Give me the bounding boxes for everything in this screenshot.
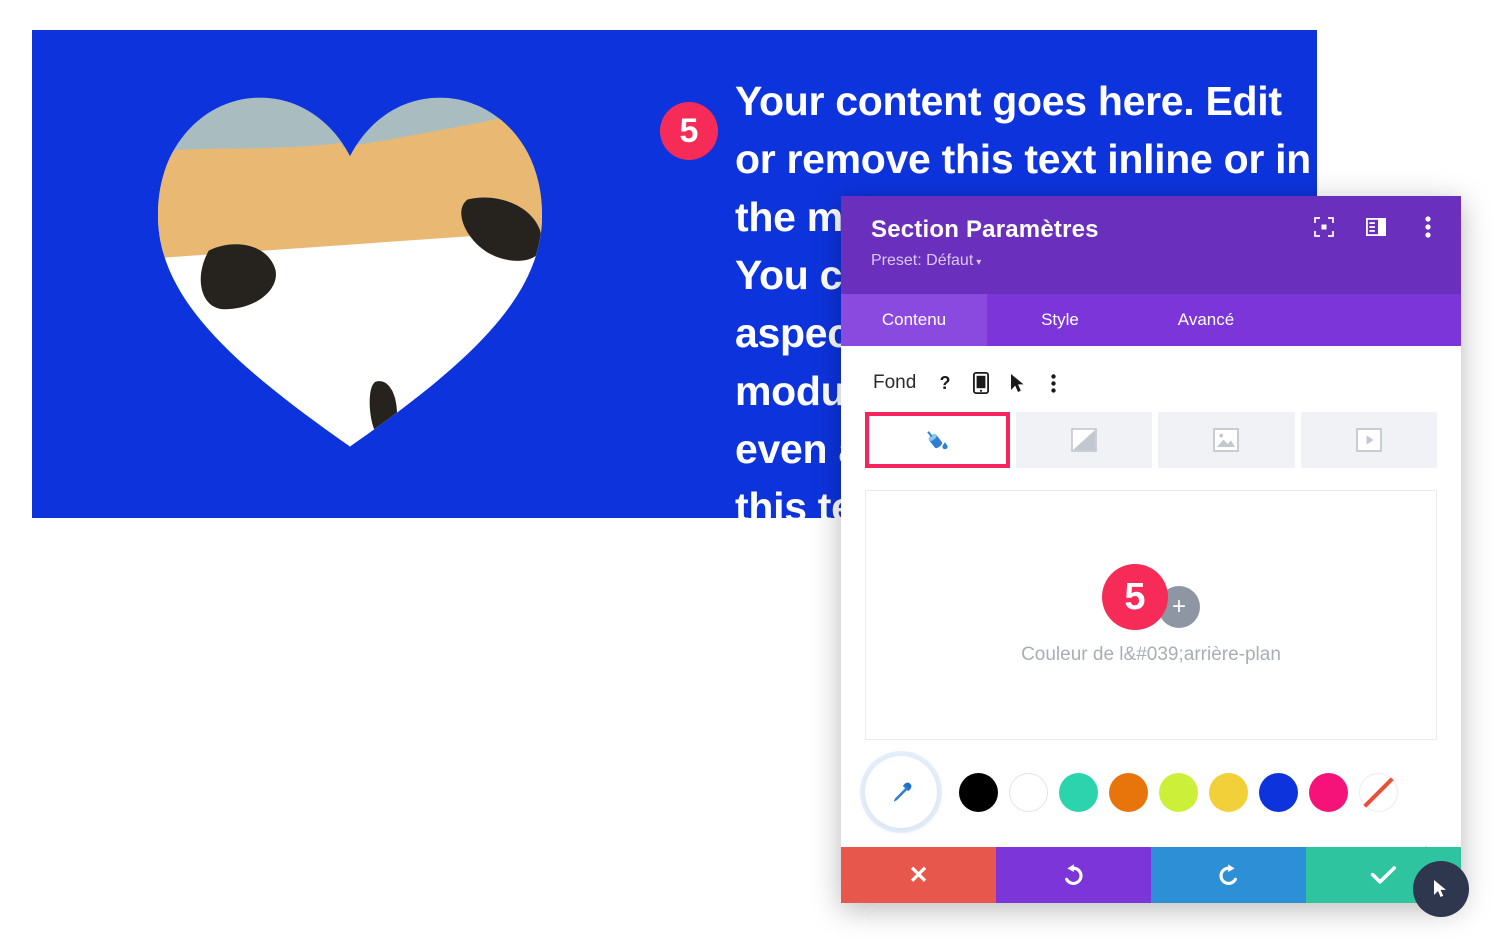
background-gradient-tab[interactable] <box>1015 412 1152 468</box>
layout-view-icon[interactable] <box>1365 216 1387 238</box>
help-icon[interactable]: ? <box>930 368 960 398</box>
background-type-tabs <box>865 412 1437 468</box>
background-field-label: Fond <box>873 372 917 393</box>
preset-label: Preset: Défaut <box>871 252 974 269</box>
banner-image-column <box>32 30 667 518</box>
preset-selector[interactable]: Preset: Défaut ▾ <box>871 252 1435 270</box>
swatch-white[interactable] <box>1009 772 1048 812</box>
swatch-orange[interactable] <box>1109 772 1148 812</box>
more-options-icon[interactable] <box>1038 368 1068 398</box>
background-color-caption: Couleur de l&#039;arrière-plan <box>1021 644 1281 665</box>
modal-action-bar: ✕ <box>841 847 1469 917</box>
check-icon <box>1370 866 1396 884</box>
tab-style[interactable]: Style <box>987 294 1133 346</box>
preview-badge-group: 5 + <box>1102 564 1200 630</box>
background-image-tab[interactable] <box>1158 412 1295 468</box>
chevron-down-icon: ▾ <box>976 257 982 268</box>
swatch-lime[interactable] <box>1159 772 1198 812</box>
undo-button[interactable] <box>996 847 1151 903</box>
step-badge-modal: 5 <box>1102 564 1168 630</box>
redo-button[interactable] <box>1151 847 1306 903</box>
swatch-teal[interactable] <box>1059 772 1098 812</box>
floating-action-button[interactable] <box>1413 861 1469 917</box>
background-color-tab[interactable] <box>865 412 1010 468</box>
swatch-yellow[interactable] <box>1209 772 1248 812</box>
cancel-button[interactable]: ✕ <box>841 847 996 903</box>
background-field-header: Fond ? <box>865 346 1437 412</box>
swatch-black[interactable] <box>959 772 998 812</box>
fullscreen-icon[interactable] <box>1313 216 1335 238</box>
redo-icon <box>1219 863 1237 885</box>
swatch-pink[interactable] <box>1309 772 1348 812</box>
background-color-preview-box[interactable]: 5 + Couleur de l&#039;arrière-plan <box>865 490 1437 740</box>
screen-root: 5 Your content goes here. Edit or remove… <box>0 0 1500 946</box>
background-video-tab[interactable] <box>1300 412 1437 468</box>
modal-tab-bar: Contenu Style Avancé <box>841 294 1461 346</box>
cursor-icon[interactable] <box>1002 368 1032 398</box>
cursor-icon <box>1434 880 1446 897</box>
section-settings-modal[interactable]: Section Paramètres Preset: Défaut ▾ Cont… <box>841 196 1469 917</box>
swatch-blue[interactable] <box>1259 772 1298 812</box>
modal-header-actions <box>1313 216 1439 238</box>
mobile-icon[interactable] <box>966 368 996 398</box>
swatch-none[interactable] <box>1359 772 1398 812</box>
color-swatch-row <box>865 740 1437 832</box>
modal-header: Section Paramètres Preset: Défaut ▾ <box>841 196 1461 294</box>
heart-shaped-photo <box>154 78 546 470</box>
eyedropper-button[interactable] <box>865 756 937 828</box>
tab-contenu[interactable]: Contenu <box>841 294 987 346</box>
preset-swatches <box>959 772 1398 812</box>
svg-text:?: ? <box>940 373 951 393</box>
color-footer-links: ••• Sauvegarder Global Pourcentage <box>865 832 1437 847</box>
tab-avance[interactable]: Avancé <box>1133 294 1279 346</box>
undo-icon <box>1065 863 1083 885</box>
close-icon: ✕ <box>908 861 929 889</box>
more-options-icon[interactable] <box>1417 216 1439 238</box>
step-badge-banner: 5 <box>660 102 718 160</box>
modal-body: Fond ? 5 + Couleur de l&#039;arrière-pla… <box>841 346 1461 847</box>
